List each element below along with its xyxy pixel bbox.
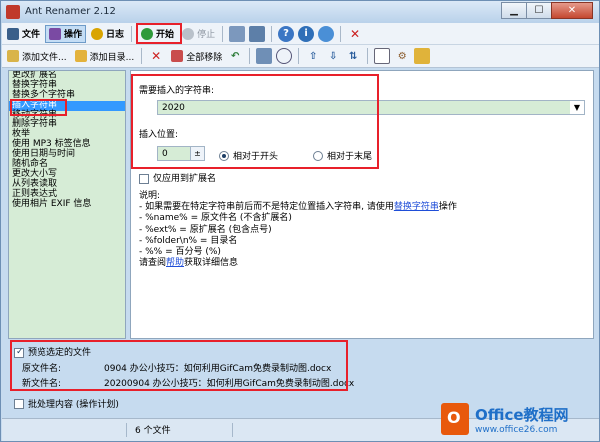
page-icon[interactable] [374,48,391,64]
close-button[interactable]: ✕ [551,2,593,19]
info-icon[interactable]: i [298,25,315,42]
add-file-icon [7,50,19,62]
description-line: - 如果需要在特定字符串前后而不是特定位置插入字符串, 请使用替换字符串操作 [139,202,457,213]
menu-file[interactable]: 文件 [4,25,43,43]
dropdown-arrow-icon[interactable]: ▼ [570,101,584,114]
move-up-icon[interactable]: ⇧ [305,48,321,64]
description-line: 请查阅帮助获取详细信息 [139,258,239,269]
sort-icon[interactable]: ⇅ [345,48,361,64]
description-line: - %% = 百分号 (%) [139,247,221,258]
title-bar: Ant Renamer 2.12 ▁ ☐ ✕ [1,1,599,23]
separator [222,25,224,42]
file-icon [7,27,19,40]
watermark-title: Office教程网 [475,405,569,424]
undo-icon[interactable]: ↶ [227,48,243,64]
app-icon [6,5,20,19]
separator [249,48,251,64]
minimize-button[interactable]: ▁ [501,2,527,19]
add-files-button[interactable]: 添加文件... [4,47,70,65]
list-icon[interactable] [256,48,273,64]
window-icon[interactable] [229,25,246,42]
add-folder-icon [74,50,87,62]
maximize-button[interactable]: ☐ [526,2,552,19]
description-line: - %name% = 原文件名 (不含扩展名) [139,213,292,224]
status-cell-empty [232,423,241,437]
tools-icon [49,27,62,40]
separator [271,25,273,42]
window-title: Ant Renamer 2.12 [25,6,116,17]
batch-checkbox[interactable]: 批处理内容 (操作计划) [14,397,119,410]
description-title: 说明: [139,191,161,201]
remove-all-icon [171,50,184,62]
action-item[interactable]: 使用相片 EXIF 信息 [9,199,125,210]
checkbox-icon [14,398,24,409]
add-folder-button[interactable]: 添加目录... [72,47,138,65]
menu-log[interactable]: 日志 [88,25,127,43]
highlight-settings [131,74,379,169]
stop-button[interactable]: 停止 [179,25,218,43]
watermark-url: www.office26.com [475,424,558,435]
remove-all-button[interactable]: 全部移除 [168,47,225,65]
web-icon[interactable] [318,25,335,42]
checkbox-icon [139,173,149,184]
replace-string-link[interactable]: 替换字符串 [394,202,439,212]
tag-icon[interactable]: ⚙ [394,48,410,64]
move-down-icon[interactable]: ⇩ [325,48,341,64]
save-icon[interactable] [414,48,431,64]
monitor-icon[interactable] [249,25,266,42]
stop-icon [182,27,195,40]
exit-icon[interactable]: ✕ [347,26,363,42]
separator [298,48,300,64]
highlight-preview [10,340,348,391]
description-line: - %folder\n% = 目录名 [139,235,238,246]
description-block: 说明: - 如果需要在特定字符串前后而不是特定位置插入字符串, 请使用替换字符串… [139,191,589,269]
description-line: - %ext% = 原扩展名 (包含点号) [139,224,272,235]
menu-actions[interactable]: 操作 [45,24,87,43]
extension-only-checkbox[interactable]: 仅应用到扩展名 [139,171,216,184]
highlight-start-button [136,23,182,44]
status-cell-empty [2,423,122,437]
remove-selected-icon[interactable]: ✕ [148,48,164,64]
separator [340,25,342,42]
help-icon[interactable]: ? [278,25,295,42]
office-logo-icon [441,403,469,435]
separator [131,25,133,42]
help-link[interactable]: 帮助 [166,258,184,268]
log-icon [91,27,104,40]
main-toolbar: 文件 操作 日志 开始 停止 ? i ✕ [2,23,599,45]
separator [367,48,369,64]
app-window: Ant Renamer 2.12 ▁ ☐ ✕ 文件 操作 日志 开始 停止 ? … [0,0,600,442]
separator [141,48,143,64]
zoom-icon[interactable] [276,48,293,64]
highlight-insert-action [10,99,67,116]
file-count: 6 个文件 [126,423,171,437]
site-watermark: Office教程网 www.office26.com [441,395,600,442]
files-toolbar: 添加文件... 添加目录... ✕ 全部移除 ↶ ⇧ ⇩ ⇅ ⚙ [2,45,599,68]
